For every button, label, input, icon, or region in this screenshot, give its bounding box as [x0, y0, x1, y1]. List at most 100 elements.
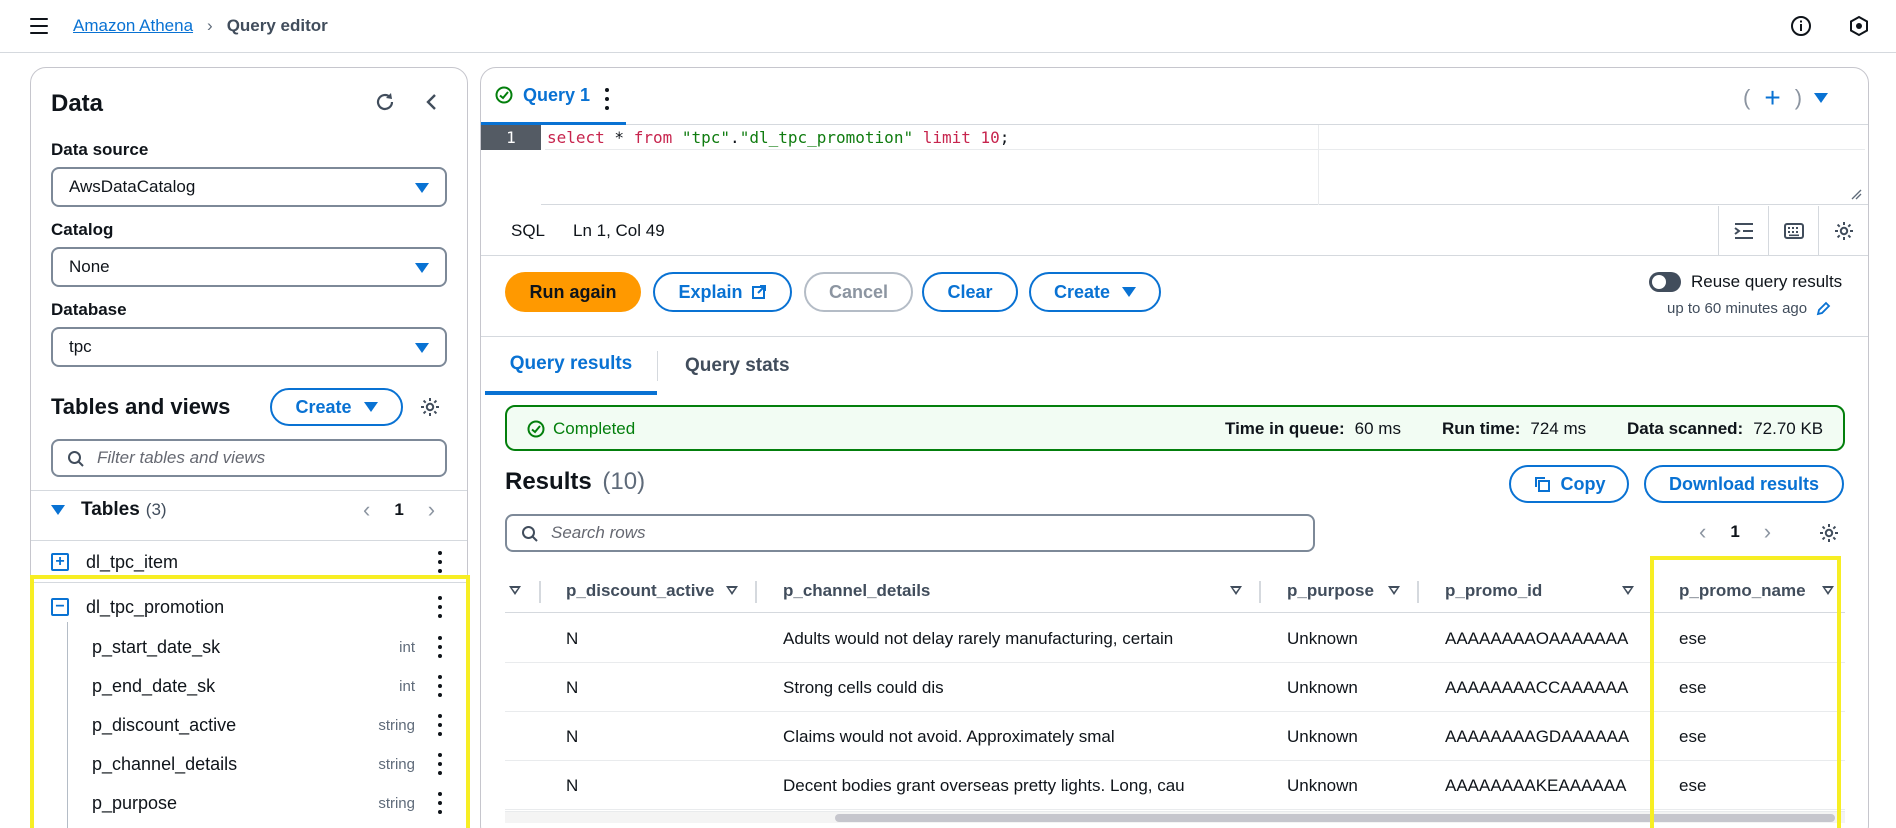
more-actions-icon[interactable] — [438, 714, 444, 736]
sort-icon[interactable] — [726, 586, 738, 595]
data-scanned: Data scanned: 72.70 KB — [1627, 419, 1823, 439]
sort-icon[interactable] — [1230, 586, 1242, 595]
table-row-dl-tpc-item[interactable]: + dl_tpc_item — [31, 543, 467, 581]
chevron-left-icon[interactable]: ‹ — [363, 497, 370, 523]
collapse-panel-icon[interactable] — [421, 90, 443, 114]
chevron-right-icon[interactable]: › — [1764, 519, 1771, 545]
gear-icon[interactable] — [419, 396, 441, 418]
query-tabs: Query 1 ( + ) — [481, 68, 1868, 125]
format-query-button[interactable] — [1718, 206, 1768, 256]
tables-label: Tables — [81, 499, 140, 520]
reuse-query-results-label: Reuse query results — [1691, 272, 1843, 291]
code-text: ; — [999, 127, 1010, 147]
tables-page-number[interactable]: 1 — [394, 500, 403, 520]
table-cell: Decent bodies grant overseas pretty ligh… — [783, 776, 1185, 795]
horizontal-scrollbar[interactable] — [505, 811, 1845, 823]
copy-button[interactable]: Copy — [1509, 465, 1629, 503]
more-actions-icon[interactable] — [438, 792, 444, 814]
chevron-right-icon[interactable]: › — [428, 497, 435, 523]
column-row[interactable]: p_start_date_sk int — [31, 628, 467, 666]
tab-separator — [657, 351, 658, 381]
more-actions-icon[interactable] — [438, 636, 444, 658]
clear-button[interactable]: Clear — [922, 272, 1018, 312]
sort-icon[interactable] — [1822, 586, 1834, 595]
run-again-button[interactable]: Run again — [505, 272, 641, 312]
time-in-queue-value: 60 ms — [1354, 419, 1401, 438]
cursor-position: Ln 1, Col 49 — [573, 221, 665, 240]
column-row[interactable]: p_channel_details string — [31, 745, 467, 783]
tab-query-stats[interactable]: Query stats — [685, 337, 790, 395]
column-header[interactable]: p_promo_id — [1445, 568, 1542, 613]
explain-button[interactable]: Explain — [653, 272, 792, 312]
scrollbar-thumb[interactable] — [835, 814, 1835, 822]
code-line[interactable]: select * from "tpc". "dl_tpc_promotion" l… — [545, 125, 1865, 150]
notifications-icon[interactable] — [1848, 15, 1870, 37]
divider — [31, 490, 467, 491]
edit-icon[interactable] — [1815, 301, 1831, 317]
time-in-queue-label: Time in queue: — [1225, 419, 1345, 438]
database-label: Database — [51, 300, 127, 319]
sql-editor[interactable]: 1 select * from "tpc". "dl_tpc_promotion"… — [481, 125, 1868, 205]
sort-icon[interactable] — [1388, 586, 1400, 595]
column-row[interactable]: p_discount_active string — [31, 706, 467, 744]
search-rows-input[interactable]: Search rows — [505, 514, 1315, 552]
reuse-query-results-toggle[interactable] — [1649, 272, 1681, 292]
table-row[interactable]: N Claims would not avoid. Approximately … — [505, 712, 1845, 761]
more-actions-icon[interactable] — [438, 596, 444, 618]
tab-query-results[interactable]: Query results — [485, 337, 657, 395]
cancel-button[interactable]: Cancel — [804, 272, 913, 312]
editor-settings-button[interactable] — [1818, 206, 1868, 256]
sort-icon[interactable] — [1622, 586, 1634, 595]
menu-icon[interactable] — [30, 18, 48, 34]
column-header[interactable]: p_discount_active — [566, 568, 714, 613]
table-row[interactable]: N Adults would not delay rarely manufact… — [505, 614, 1845, 663]
database-select[interactable]: tpc — [51, 327, 447, 367]
tab-controls: ( + ) — [1743, 82, 1829, 114]
column-header[interactable]: p_channel_details — [783, 568, 930, 613]
column-header[interactable]: p_promo_name — [1679, 568, 1806, 613]
create-table-label: Create — [295, 396, 352, 417]
table-row-dl-tpc-promotion[interactable]: − dl_tpc_promotion — [31, 588, 467, 626]
catalog-select[interactable]: None — [51, 247, 447, 287]
breadcrumb-amazon-athena[interactable]: Amazon Athena — [73, 16, 193, 36]
filter-tables-input[interactable]: Filter tables and views — [51, 439, 447, 477]
gear-icon[interactable] — [1818, 522, 1840, 544]
expand-icon[interactable]: + — [51, 553, 69, 571]
data-source-label: Data source — [51, 140, 149, 159]
caret-down-icon[interactable] — [1814, 93, 1829, 103]
table-row[interactable]: N Strong cells could dis Unknown AAAAAAA… — [505, 663, 1845, 712]
chevron-left-icon[interactable]: ‹ — [1699, 519, 1706, 545]
sort-icon[interactable] — [509, 586, 521, 595]
tables-section-toggle[interactable]: Tables (3) — [51, 499, 167, 521]
divider — [31, 540, 467, 541]
table-cell: AAAAAAAAKEAAAAAA — [1445, 776, 1627, 795]
code-text: * — [604, 127, 634, 147]
keyboard-shortcuts-button[interactable] — [1768, 206, 1818, 256]
collapse-icon[interactable]: − — [51, 598, 69, 616]
column-row[interactable]: p_purpose string — [31, 784, 467, 822]
search-rows-placeholder: Search rows — [551, 523, 646, 542]
create-button[interactable]: Create — [1029, 272, 1161, 312]
column-divider — [539, 581, 541, 603]
code-number: 10 — [980, 127, 1000, 147]
download-results-button[interactable]: Download results — [1644, 465, 1844, 503]
tab-actions-icon[interactable] — [605, 88, 611, 110]
column-row[interactable]: p_end_date_sk int — [31, 667, 467, 705]
more-actions-icon[interactable] — [438, 753, 444, 775]
editor-status-bar: SQL Ln 1, Col 49 — [481, 206, 1868, 256]
info-icon[interactable] — [1790, 15, 1812, 37]
refresh-icon[interactable] — [373, 90, 397, 114]
table-row[interactable]: N Decent bodies grant overseas pretty li… — [505, 761, 1845, 810]
column-header[interactable]: p_purpose — [1287, 568, 1374, 613]
create-table-button[interactable]: Create — [270, 388, 403, 426]
data-source-select[interactable]: AwsDataCatalog — [51, 167, 447, 207]
more-actions-icon[interactable] — [438, 675, 444, 697]
resize-handle-icon[interactable] — [1850, 188, 1862, 200]
code-keyword: from — [633, 127, 673, 147]
results-page-number[interactable]: 1 — [1730, 522, 1739, 542]
code-string: "tpc" — [681, 127, 731, 147]
add-tab-icon[interactable]: + — [1764, 82, 1780, 114]
breadcrumb: Amazon Athena › Query editor — [73, 16, 328, 36]
more-actions-icon[interactable] — [438, 551, 444, 573]
